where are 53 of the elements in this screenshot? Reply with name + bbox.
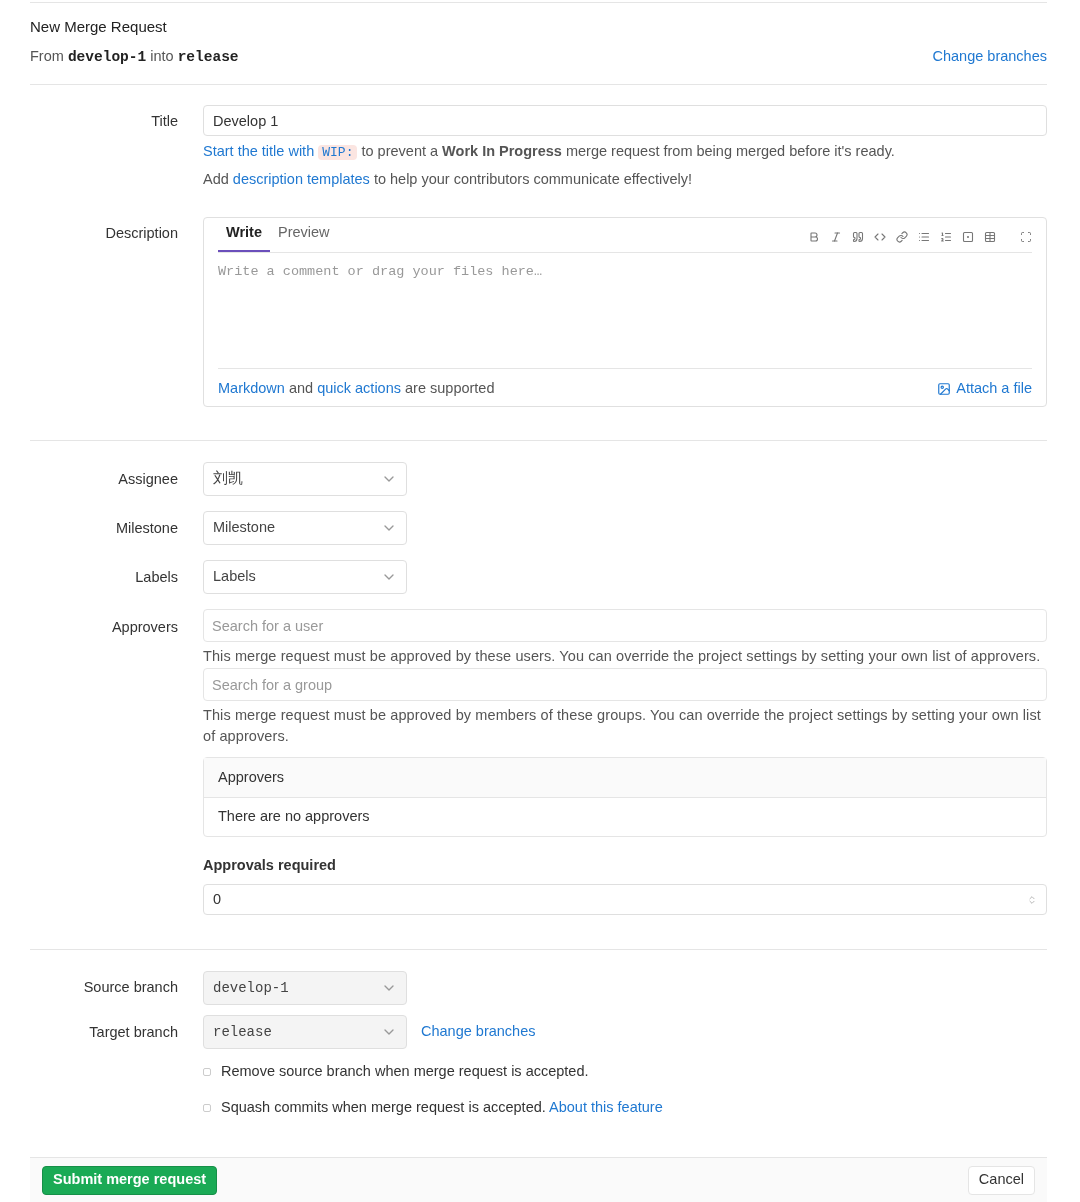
- dropdown[interactable]: 刘凯: [203, 462, 407, 496]
- field-label: Approvals required: [203, 857, 336, 873]
- field-label: Milestone: [115, 520, 178, 536]
- field-label: Target branch: [89, 1024, 178, 1040]
- italic-icon[interactable]: [830, 231, 842, 243]
- change-branches-link[interactable]: Change branches: [421, 1021, 536, 1043]
- link[interactable]: Markdown: [218, 379, 285, 396]
- table-header: Approvers: [218, 767, 285, 787]
- field-label: Labels: [135, 569, 178, 585]
- field-label: Source branch: [83, 979, 178, 995]
- markdown-note: Markdown and quick actions are supported: [218, 378, 495, 398]
- description-editor[interactable]: Write Preview Write a comment or drag your files here… Markdown and quick actions are supported Attach a file: [203, 217, 1047, 407]
- field-label: Title: [151, 113, 178, 129]
- code-snippet: WIP:: [318, 145, 358, 160]
- hint-text: Start the title with WIP: to prevent a Work In Progress merge request from being merged before it's ready.: [203, 142, 896, 162]
- dropdown[interactable]: develop-1: [203, 971, 407, 1005]
- field-label: Approvers: [111, 619, 178, 635]
- branch-summary: From develop-1 into release: [30, 47, 239, 67]
- title-input[interactable]: Develop 1: [203, 105, 1047, 136]
- bold-icon[interactable]: [808, 231, 820, 243]
- empty-message: There are no approvers: [218, 807, 370, 827]
- table-icon[interactable]: [984, 231, 996, 243]
- option-label: Squash commits when merge request is accepted. About this feature: [221, 1097, 663, 1117]
- field-label: Assignee: [118, 471, 178, 487]
- cancel-button[interactable]: Cancel: [967, 1165, 1035, 1195]
- editor-tab[interactable]: Preview: [270, 222, 338, 252]
- change-branches-link[interactable]: Change branches: [932, 45, 1047, 68]
- dropdown[interactable]: release: [203, 1015, 407, 1049]
- dropdown[interactable]: Labels: [203, 560, 407, 594]
- user-search-field[interactable]: Search for a user: [203, 609, 1047, 642]
- hint-text: Add description templates to help your contributors communicate effectively!: [203, 170, 693, 189]
- code-icon[interactable]: [874, 231, 886, 243]
- link[interactable]: Start the title with: [203, 143, 315, 159]
- field-label: Description: [105, 225, 178, 241]
- checkbox[interactable]: [203, 1103, 211, 1112]
- link[interactable]: quick actions: [317, 379, 401, 396]
- about-feature-link[interactable]: About this feature: [549, 1098, 663, 1115]
- option-label: Remove source branch when merge request is accepted.: [221, 1062, 589, 1081]
- dropdown[interactable]: Milestone: [203, 511, 407, 545]
- help-text: This merge request must be approved by members of these groups. You can override the project settings by setting your own list of approvers.: [203, 706, 1042, 746]
- number-input[interactable]: 0: [203, 884, 1047, 915]
- attach-file-link[interactable]: Attach a file: [937, 375, 1032, 400]
- help-text: This merge request must be approved by these users. You can override the project settings by setting your own list of approvers.: [203, 647, 1042, 666]
- quote-icon[interactable]: [852, 231, 864, 243]
- group-search-field[interactable]: Search for a group: [203, 668, 1047, 701]
- page-title: New Merge Request: [30, 17, 168, 37]
- link-icon[interactable]: [896, 231, 908, 243]
- image-icon: [937, 382, 952, 396]
- fullscreen-icon[interactable]: [1020, 231, 1032, 243]
- bullet-list-icon[interactable]: [918, 231, 930, 243]
- link[interactable]: description templates: [232, 171, 370, 187]
- numbered-list-icon[interactable]: [940, 231, 952, 243]
- checkbox[interactable]: [203, 1067, 211, 1076]
